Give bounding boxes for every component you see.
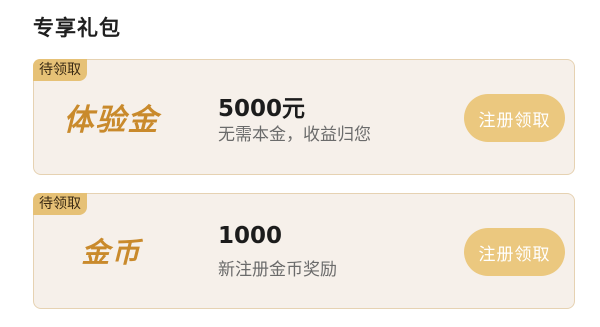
reward-description: 无需本金，收益归您 — [218, 125, 371, 145]
reward-amount: 1000 — [218, 223, 283, 249]
gift-card-coins: 待领取 金币 1000 新注册金币奖励 注册领取 — [33, 193, 575, 309]
trial-fund-logo: 体验金 — [63, 103, 160, 138]
gift-card-trial-fund: 待领取 体验金 5000元 无需本金，收益归您 注册领取 — [33, 59, 575, 175]
register-claim-button[interactable]: 注册领取 — [464, 94, 565, 142]
reward-amount: 5000元 — [218, 96, 306, 122]
coins-logo: 金币 — [81, 236, 142, 269]
section-title: 专享礼包 — [33, 16, 121, 40]
reward-description: 新注册金币奖励 — [218, 260, 337, 280]
register-claim-button[interactable]: 注册领取 — [464, 228, 565, 276]
